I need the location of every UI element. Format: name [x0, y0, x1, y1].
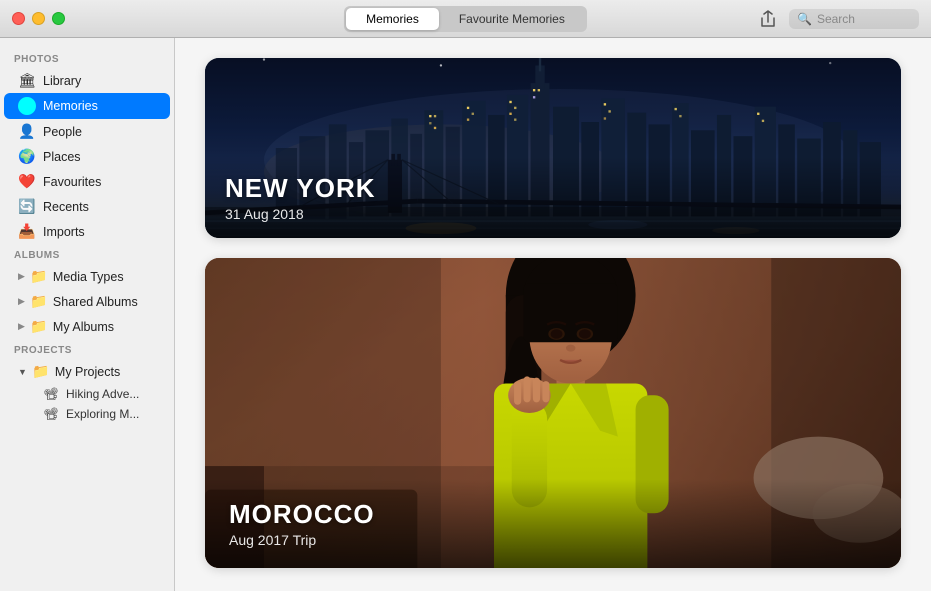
sidebar-item-favourites[interactable]: ❤️ Favourites	[4, 169, 170, 194]
media-types-icon: 📁	[30, 268, 48, 285]
sidebar-item-label-media-types: Media Types	[53, 270, 124, 284]
memory-card-morocco[interactable]: MOROCCO Aug 2017 Trip	[205, 258, 901, 568]
close-button[interactable]	[12, 12, 25, 25]
memory-title-morocco: MOROCCO	[229, 499, 877, 530]
chevron-down-projects-icon: ▼	[18, 367, 27, 377]
chevron-right-my-albums-icon: ▶	[18, 321, 25, 332]
sidebar-item-recents[interactable]: 🔄 Recents	[4, 194, 170, 219]
tab-favourite-memories[interactable]: Favourite Memories	[439, 8, 585, 30]
sidebar-subitem-hiking[interactable]: 📽 Hiking Adve...	[4, 384, 170, 404]
sidebar-item-label-memories: Memories	[43, 99, 156, 113]
sidebar-item-library[interactable]: 🏛 Library	[4, 68, 170, 93]
recents-icon: 🔄	[18, 198, 36, 215]
sidebar-item-imports[interactable]: 📥 Imports	[4, 219, 170, 244]
sidebar-item-label-library: Library	[43, 74, 156, 88]
sidebar-subitem-label-exploring: Exploring M...	[66, 407, 139, 421]
sidebar: Photos 🏛 Library Memories 👤 People 🌍 Pla…	[0, 38, 175, 591]
maximize-button[interactable]	[52, 12, 65, 25]
sidebar-item-my-projects[interactable]: ▼ 📁 My Projects	[4, 359, 170, 384]
exploring-icon: 📽	[42, 407, 60, 421]
title-bar: Memories Favourite Memories 🔍	[0, 0, 931, 38]
chevron-right-shared-icon: ▶	[18, 296, 25, 307]
favourites-icon: ❤️	[18, 173, 36, 190]
sidebar-item-my-albums[interactable]: ▶ 📁 My Albums	[4, 314, 170, 339]
library-icon: 🏛	[18, 72, 36, 89]
sidebar-item-shared-albums[interactable]: ▶ 📁 Shared Albums	[4, 289, 170, 314]
sidebar-item-media-types[interactable]: ▶ 📁 Media Types	[4, 264, 170, 289]
sidebar-item-places[interactable]: 🌍 Places	[4, 144, 170, 169]
tab-group: Memories Favourite Memories	[344, 6, 587, 32]
sidebar-item-label-favourites: Favourites	[43, 175, 156, 189]
my-albums-icon: 📁	[30, 318, 48, 335]
chevron-right-media-icon: ▶	[18, 271, 25, 282]
title-bar-actions: 🔍	[759, 9, 919, 29]
imports-icon: 📥	[18, 223, 36, 240]
sidebar-section-albums: Albums	[0, 244, 174, 264]
people-icon: 👤	[18, 123, 36, 140]
memory-subtitle-morocco: Aug 2017 Trip	[229, 532, 877, 548]
sidebar-subitem-exploring[interactable]: 📽 Exploring M...	[4, 404, 170, 424]
memory-subtitle-ny: 31 Aug 2018	[225, 206, 881, 222]
share-button[interactable]	[759, 10, 777, 28]
memories-icon	[18, 97, 36, 115]
memory-title-ny: NEW YORK	[225, 173, 881, 204]
sidebar-subitem-label-hiking: Hiking Adve...	[66, 387, 139, 401]
minimize-button[interactable]	[32, 12, 45, 25]
shared-albums-icon: 📁	[30, 293, 48, 310]
search-box[interactable]: 🔍	[789, 9, 919, 29]
main-content: NEW YORK 31 Aug 2018	[175, 38, 931, 591]
sidebar-section-photos: Photos	[0, 48, 174, 68]
sidebar-section-projects: Projects	[0, 339, 174, 359]
memory-overlay-morocco: MOROCCO Aug 2017 Trip	[205, 479, 901, 568]
search-icon: 🔍	[797, 12, 812, 26]
traffic-lights	[12, 12, 65, 25]
sidebar-item-label-my-projects: My Projects	[55, 365, 120, 379]
places-icon: 🌍	[18, 148, 36, 165]
tab-memories[interactable]: Memories	[346, 8, 439, 30]
sidebar-item-memories[interactable]: Memories	[4, 93, 170, 119]
app-body: Photos 🏛 Library Memories 👤 People 🌍 Pla…	[0, 38, 931, 591]
memory-overlay-ny: NEW YORK 31 Aug 2018	[205, 157, 901, 238]
sidebar-item-people[interactable]: 👤 People	[4, 119, 170, 144]
search-input[interactable]	[817, 12, 911, 26]
sidebar-item-label-places: Places	[43, 150, 156, 164]
sidebar-item-label-my-albums: My Albums	[53, 320, 114, 334]
sidebar-item-label-people: People	[43, 125, 156, 139]
my-projects-icon: 📁	[32, 363, 50, 380]
hiking-icon: 📽	[42, 387, 60, 401]
sidebar-item-label-shared-albums: Shared Albums	[53, 295, 138, 309]
sidebar-item-label-imports: Imports	[43, 225, 156, 239]
memory-card-new-york[interactable]: NEW YORK 31 Aug 2018	[205, 58, 901, 238]
sidebar-item-label-recents: Recents	[43, 200, 156, 214]
